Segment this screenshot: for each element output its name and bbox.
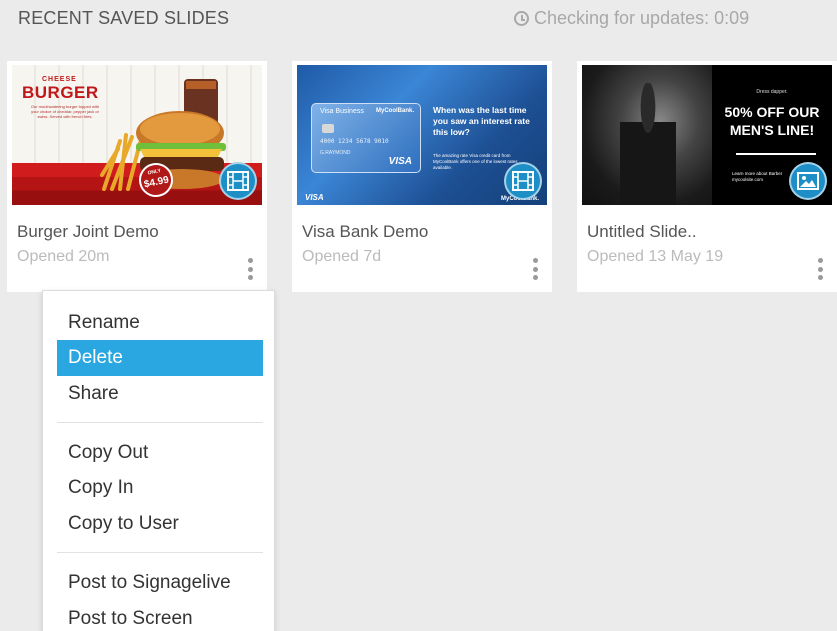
section-title: RECENT SAVED SLIDES (18, 8, 230, 28)
slide-opened: Opened 7d (302, 248, 382, 265)
more-options-icon[interactable] (245, 258, 255, 280)
card-bank: MyCoolBank. (375, 108, 414, 114)
menu-item-post-to-screen[interactable]: Post to Screen (57, 601, 263, 631)
thumb-rule (736, 153, 816, 155)
more-options-icon[interactable] (815, 258, 825, 280)
menu-item-copy-to-user[interactable]: Copy to User (57, 506, 263, 542)
slide-thumbnail[interactable]: Visa Business MyCoolBank. 4000 1234 5678… (297, 65, 547, 205)
clock-icon (514, 11, 529, 26)
slide-card-burger[interactable]: CHEESE BURGER Our mouthwatering burger t… (7, 61, 267, 292)
menu-divider (57, 552, 263, 553)
slide-name: Burger Joint Demo (17, 222, 159, 241)
film-icon (504, 162, 542, 200)
thumb-small-text: Dress dapper. (756, 89, 788, 95)
credit-card-image: Visa Business MyCoolBank. 4000 1234 5678… (311, 103, 421, 173)
menu-item-share[interactable]: Share (57, 376, 263, 412)
slide-card-untitled[interactable]: Dress dapper. 50% OFF OUR MEN'S LINE! Le… (577, 61, 837, 292)
image-icon (789, 162, 827, 200)
slide-opened: Opened 20m (17, 248, 110, 265)
slide-thumbnail[interactable]: Dress dapper. 50% OFF OUR MEN'S LINE! Le… (582, 65, 832, 205)
card-number: 4000 1234 5678 9010 (320, 138, 389, 145)
menu-item-copy-in[interactable]: Copy In (57, 470, 263, 506)
update-status-text: Checking for updates: 0:09 (534, 8, 750, 28)
model-figure (620, 83, 676, 205)
more-options-icon[interactable] (530, 258, 540, 280)
menu-item-copy-out[interactable]: Copy Out (57, 435, 263, 471)
price-value: $4.99 (143, 174, 170, 191)
recent-slides-page: RECENT SAVED SLIDES Checking for updates… (0, 0, 837, 631)
slide-opened: Opened 13 May 19 (587, 248, 724, 265)
menu-divider (57, 422, 263, 423)
context-menu: Rename Delete Share Copy Out Copy In Cop… (42, 290, 275, 631)
card-label: Visa Business (320, 108, 364, 115)
slide-name: Visa Bank Demo (302, 222, 429, 241)
menu-item-delete[interactable]: Delete (57, 340, 263, 376)
menu-item-rename[interactable]: Rename (57, 305, 263, 341)
slide-name: Untitled Slide.. (587, 222, 697, 241)
thumb-headline: 50% OFF OUR MEN'S LINE! (724, 104, 820, 138)
chip-icon (322, 124, 334, 133)
menu-item-post-to-signagelive[interactable]: Post to Signagelive (57, 565, 263, 601)
card-holder: G.RAYMOND (320, 150, 351, 156)
thumb-subheading: CHEESE (42, 76, 77, 83)
slide-card-visa[interactable]: Visa Business MyCoolBank. 4000 1234 5678… (292, 61, 552, 292)
thumb-copy: Our mouthwatering burger topped with you… (30, 104, 100, 119)
card-brand: VISA (388, 156, 412, 167)
thumb-heading: BURGER (22, 83, 99, 102)
film-icon (219, 162, 257, 200)
slide-thumbnail[interactable]: CHEESE BURGER Our mouthwatering burger t… (12, 65, 262, 205)
thumb-headline: When was the last time you saw an intere… (433, 105, 530, 137)
update-status: Checking for updates: 0:09 (514, 8, 749, 29)
thumb-footer-left: VISA (305, 193, 324, 202)
